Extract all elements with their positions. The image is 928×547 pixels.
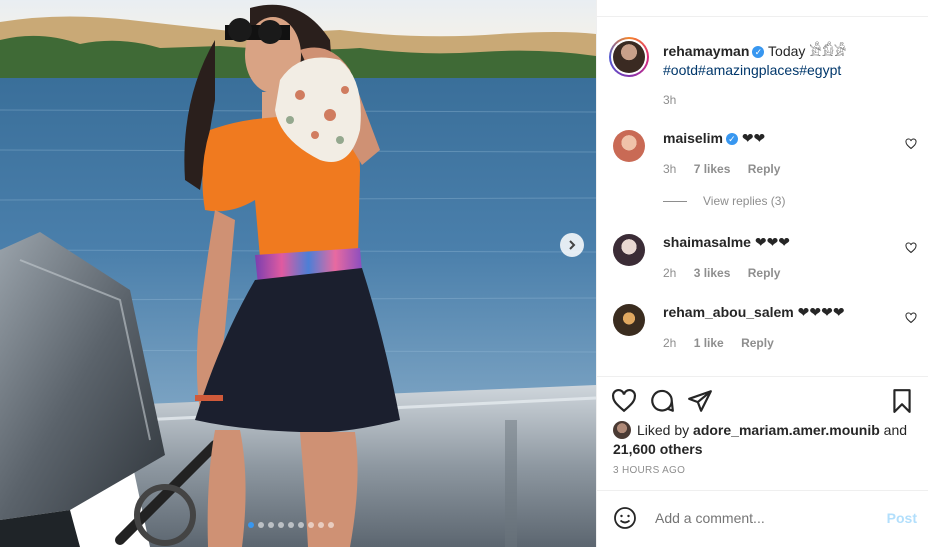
carousel-dot xyxy=(268,522,274,528)
carousel-dot xyxy=(318,522,324,528)
verified-badge-icon: ✓ xyxy=(725,133,738,146)
avatar[interactable] xyxy=(613,130,645,162)
chevron-right-icon xyxy=(569,240,576,250)
caption-text: Today 𓀀𓀁𓀂 xyxy=(768,43,847,59)
heart-icon[interactable] xyxy=(905,242,917,254)
author-username[interactable]: rehamayman xyxy=(663,43,749,59)
add-comment-input[interactable] xyxy=(653,509,887,527)
photo-woman-on-boat-icon xyxy=(0,0,596,547)
carousel-dots xyxy=(248,522,334,528)
heart-icon[interactable] xyxy=(905,312,917,324)
next-image-button[interactable] xyxy=(560,233,584,257)
carousel-dot xyxy=(328,522,334,528)
comment-username[interactable]: shaimasalme xyxy=(663,234,751,250)
comment-likes[interactable]: 7 likes xyxy=(694,162,731,176)
carousel-dot xyxy=(258,522,264,528)
comment-text: ❤❤❤ xyxy=(754,234,791,250)
comment-likes[interactable]: 1 like xyxy=(694,336,724,350)
comment-time: 2h xyxy=(663,336,677,350)
emoji-icon[interactable] xyxy=(613,506,637,530)
comment-bubble-icon[interactable] xyxy=(649,388,675,414)
liked-by-others[interactable]: 21,600 others xyxy=(613,441,703,457)
post-actions xyxy=(611,388,917,416)
divider xyxy=(597,376,928,377)
comment-username[interactable]: maiselim xyxy=(663,130,723,146)
avatar[interactable] xyxy=(613,421,631,439)
divider xyxy=(663,200,687,202)
divider xyxy=(597,16,928,17)
comment-username[interactable]: reham_abou_salem xyxy=(663,304,794,320)
post-comment-button[interactable]: Post xyxy=(887,510,917,526)
post-time-ago: 3 HOURS AGO xyxy=(613,465,686,476)
reply-button[interactable]: Reply xyxy=(741,336,774,350)
comment-likes[interactable]: 3 likes xyxy=(694,266,731,280)
carousel-dot xyxy=(248,522,254,528)
view-replies-button[interactable]: View replies (3) xyxy=(663,194,785,208)
avatar[interactable] xyxy=(613,234,645,266)
avatar xyxy=(613,41,645,73)
comment-time: 2h xyxy=(663,266,677,280)
comment-text: ❤❤❤❤ xyxy=(797,304,845,320)
author-avatar[interactable] xyxy=(609,37,649,77)
avatar[interactable] xyxy=(613,304,645,336)
carousel-dot xyxy=(298,522,304,528)
reply-button[interactable]: Reply xyxy=(748,266,781,280)
liked-by: Liked by adore_mariam.amer.mounib and 21… xyxy=(613,421,913,459)
heart-icon[interactable] xyxy=(905,138,917,150)
liked-by-user[interactable]: adore_mariam.amer.mounib xyxy=(693,422,880,438)
view-replies-label: View replies (3) xyxy=(703,194,786,208)
reply-button[interactable]: Reply xyxy=(748,162,781,176)
verified-badge-icon: ✓ xyxy=(752,46,765,59)
post-detail-panel: rehamayman ✓ Today 𓀀𓀁𓀂 #ootd#amazingplace… xyxy=(596,0,928,547)
comment-text: ❤❤ xyxy=(741,130,766,146)
carousel-dot xyxy=(308,522,314,528)
caption-hashtags[interactable]: #ootd#amazingplaces#egypt xyxy=(663,62,841,78)
caption-time: 3h xyxy=(663,93,677,107)
bookmark-icon[interactable] xyxy=(889,388,915,414)
divider xyxy=(597,490,928,491)
add-comment-bar: Post xyxy=(613,503,917,533)
carousel-dot xyxy=(288,522,294,528)
post-caption: rehamayman ✓ Today 𓀀𓀁𓀂 #ootd#amazingplace… xyxy=(663,42,913,80)
post-photo[interactable] xyxy=(0,0,596,547)
liked-by-and: and xyxy=(879,422,908,438)
like-heart-icon[interactable] xyxy=(611,388,637,414)
liked-by-prefix: Liked by xyxy=(637,422,694,438)
carousel-dot xyxy=(278,522,284,528)
comment-time: 3h xyxy=(663,162,677,176)
share-paper-plane-icon[interactable] xyxy=(687,388,713,414)
